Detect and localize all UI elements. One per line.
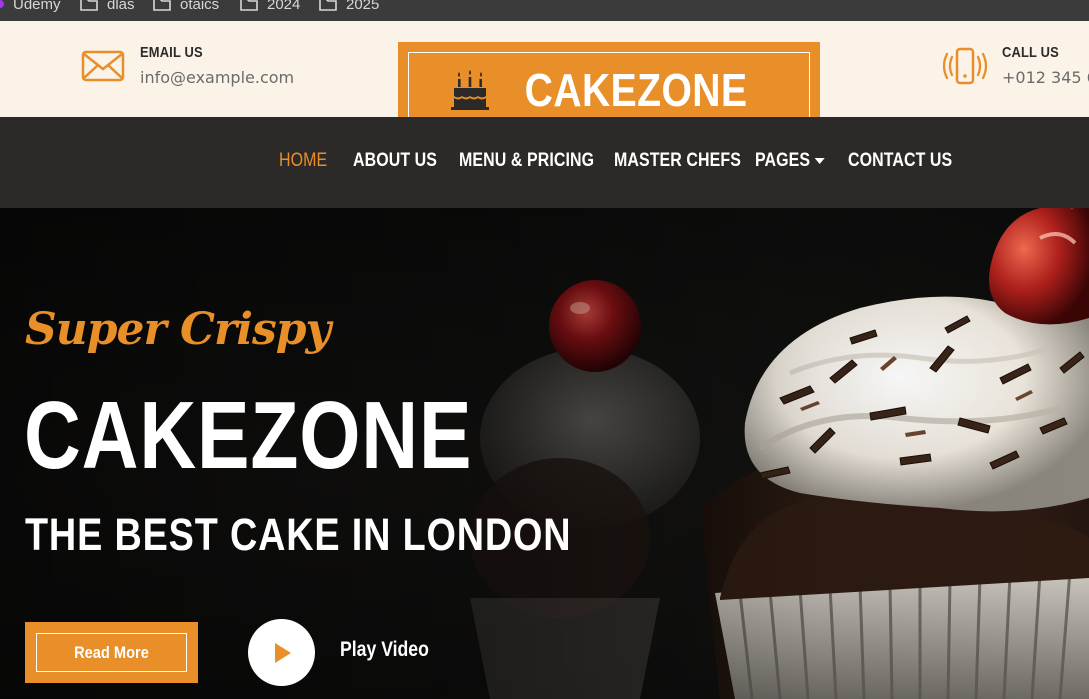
read-more-frame: Read More xyxy=(36,633,187,672)
bookmark-label: otaics xyxy=(180,0,220,13)
read-more-label: Read More xyxy=(74,642,149,662)
phone-title: CALL US xyxy=(1002,44,1059,61)
nav-menu-pricing[interactable]: MENU & PRICING xyxy=(459,150,594,172)
phone-vibrate-icon xyxy=(943,47,987,85)
play-video-button[interactable] xyxy=(248,619,315,686)
email-contact: EMAIL US info@example.com xyxy=(81,42,294,90)
bookmark-folder[interactable]: 2025 xyxy=(319,0,379,14)
bookmark-label: Udemy xyxy=(13,0,61,13)
bookmark-label: 2024 xyxy=(267,0,301,13)
play-icon xyxy=(274,642,291,663)
nav-master-chefs[interactable]: MASTER CHEFS xyxy=(614,150,741,172)
folder-icon xyxy=(80,0,98,11)
bookmark-folder[interactable]: otaics xyxy=(153,0,219,14)
email-title: EMAIL US xyxy=(140,44,203,61)
envelope-icon xyxy=(81,50,125,82)
bookmark-folder[interactable]: 2024 xyxy=(240,0,300,14)
hero-title: CAKEZONE xyxy=(24,382,473,489)
udemy-icon xyxy=(0,0,4,8)
chevron-down-icon xyxy=(814,157,825,164)
nav-home[interactable]: HOME xyxy=(279,150,327,172)
bookmark-label: dlas xyxy=(107,0,135,13)
main-navbar: HOME ABOUT US MENU & PRICING MASTER CHEF… xyxy=(0,117,1089,208)
birthday-cake-icon xyxy=(450,70,489,110)
phone-value[interactable]: +012 345 6789 xyxy=(1002,66,1089,90)
bookmark-label: 2025 xyxy=(346,0,380,13)
folder-icon xyxy=(153,0,171,11)
top-contact-bar: EMAIL US info@example.com CAKEZONE CALL … xyxy=(0,21,1089,138)
folder-icon xyxy=(319,0,337,11)
logo-text: CAKEZONE xyxy=(524,64,748,116)
hero-tagline: Super Crispy xyxy=(25,304,331,355)
nav-pages-label: PAGES xyxy=(755,150,811,171)
phone-contact: CALL US +012 345 6789 xyxy=(943,42,1089,90)
bookmark-folder[interactable]: dlas xyxy=(80,0,135,14)
email-value[interactable]: info@example.com xyxy=(140,66,294,90)
bookmarks-bar: Udemy dlas otaics 2024 2025 xyxy=(0,0,1089,21)
hero-subtitle: THE BEST CAKE IN LONDON xyxy=(25,509,572,560)
bookmark-udemy[interactable]: Udemy xyxy=(0,0,61,14)
folder-icon xyxy=(240,0,258,11)
nav-about-us[interactable]: ABOUT US xyxy=(353,150,437,172)
hero-banner: Super Crispy CAKEZONE THE BEST CAKE IN L… xyxy=(0,208,1089,699)
nav-pages-dropdown[interactable]: PAGES xyxy=(755,150,825,172)
play-video-label[interactable]: Play Video xyxy=(340,638,429,662)
nav-contact-us[interactable]: CONTACT US xyxy=(848,150,952,172)
read-more-button[interactable]: Read More xyxy=(25,622,198,683)
